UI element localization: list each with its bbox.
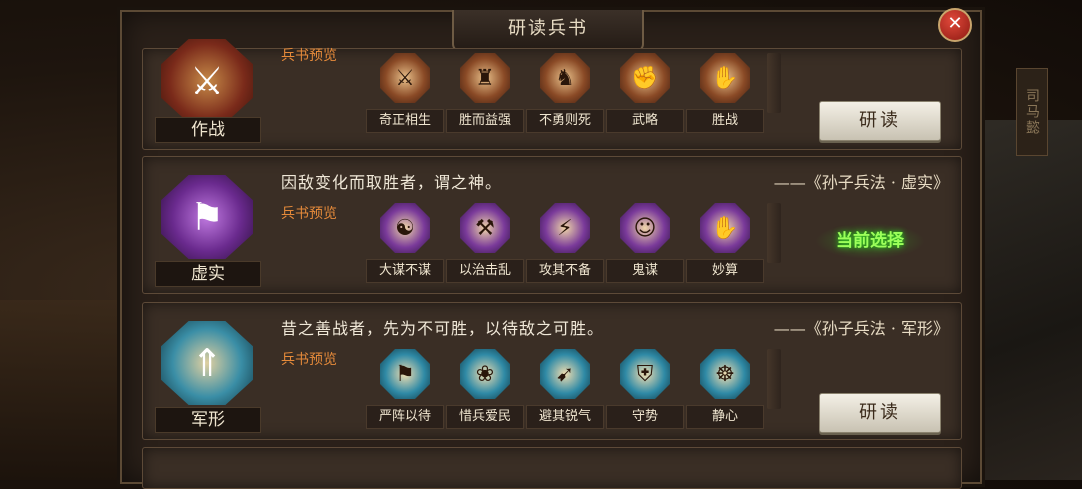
book-preview-label: 兵书预览 xyxy=(281,206,337,222)
skill-item[interactable]: ✊ 武略 xyxy=(605,53,685,133)
close-button[interactable]: ✕ xyxy=(938,8,972,42)
skill-icon: ⚑ xyxy=(380,349,430,399)
skill-item[interactable]: ⚡ 攻其不备 xyxy=(525,203,605,283)
book-row-junxing: ⇑ 军形 昔之善战者，先为不可胜，以待敌之可胜。 ——《孙子兵法 · 军形》 兵… xyxy=(142,302,962,440)
skill-label: 武略 xyxy=(606,109,684,133)
book-name: 虚实 xyxy=(155,261,261,287)
skill-item[interactable]: ➹ 避其锐气 xyxy=(525,349,605,429)
book-name: 作战 xyxy=(155,117,261,143)
skill-item[interactable]: ⚒ 以治击乱 xyxy=(445,203,525,283)
skill-item[interactable]: ♜ 胜而益强 xyxy=(445,53,525,133)
skill-icon: ✋ xyxy=(700,53,750,103)
skill-label: 妙算 xyxy=(686,259,764,283)
book-row-xushi: ⚑ 虚实 因敌变化而取胜者，谓之神。 ——《孙子兵法 · 虚实》 兵书预览 ☯ … xyxy=(142,156,962,294)
skill-icon: ⚡ xyxy=(540,203,590,253)
skill-item[interactable]: ♞ 不勇则死 xyxy=(525,53,605,133)
study-button[interactable]: 研读 xyxy=(819,393,941,433)
skill-item[interactable]: ⛨ 守势 xyxy=(605,349,685,429)
skill-icon: ☺ xyxy=(620,203,670,253)
skill-label: 严阵以待 xyxy=(366,405,444,429)
skill-icon: ☯ xyxy=(380,203,430,253)
skill-icon: ✊ xyxy=(620,53,670,103)
book-row-partial xyxy=(142,447,962,489)
skill-label: 攻其不备 xyxy=(526,259,604,283)
skill-icon: ☸ xyxy=(700,349,750,399)
book-preview-label: 兵书预览 xyxy=(281,352,337,368)
study-button[interactable]: 研读 xyxy=(819,101,941,141)
background-character xyxy=(970,120,1082,480)
skill-icon: ♜ xyxy=(460,53,510,103)
dialog-title: 研读兵书 xyxy=(452,10,644,52)
junxing-emblem-icon[interactable]: ⇑ xyxy=(161,321,253,405)
skill-item[interactable]: ☸ 静心 xyxy=(685,349,765,429)
zuozhan-emblem-icon[interactable]: ⚔ xyxy=(161,39,253,123)
skill-label: 奇正相生 xyxy=(366,109,444,133)
skill-label: 守势 xyxy=(606,405,684,429)
background-shelf xyxy=(0,300,120,480)
skill-item[interactable]: ⚔ 奇正相生 xyxy=(365,53,445,133)
skill-icon: ♞ xyxy=(540,53,590,103)
skill-icon: ⚔ xyxy=(380,53,430,103)
skill-item[interactable]: ✋ 妙算 xyxy=(685,203,765,283)
book-name: 军形 xyxy=(155,407,261,433)
book-quote: 昔之善战者，先为不可胜，以待敌之可胜。 xyxy=(281,319,605,338)
skill-label: 胜而益强 xyxy=(446,109,524,133)
skill-icon: ❀ xyxy=(460,349,510,399)
skill-label: 鬼谋 xyxy=(606,259,684,283)
skill-overflow-edge xyxy=(767,53,781,113)
xushi-emblem-icon[interactable]: ⚑ xyxy=(161,175,253,259)
skill-icon: ➹ xyxy=(540,349,590,399)
skill-label: 不勇则死 xyxy=(526,109,604,133)
book-preview-label: 兵书预览 xyxy=(281,48,337,64)
skill-label: 避其锐气 xyxy=(526,405,604,429)
skill-overflow-edge xyxy=(767,203,781,263)
skill-label: 静心 xyxy=(686,405,764,429)
book-quote: 因敌变化而取胜者，谓之神。 xyxy=(281,173,503,192)
book-row-zuozhan: ⚔ 作战 兵书预览 ⚔ 奇正相生 ♜ 胜而益强 ♞ 不勇则死 ✊ 武略 ✋ 胜战… xyxy=(142,39,962,150)
skill-icon: ✋ xyxy=(700,203,750,253)
book-source: ——《孙子兵法 · 军形》 xyxy=(773,319,949,338)
skill-item[interactable]: ❀ 惜兵爱民 xyxy=(445,349,525,429)
current-selection-badge: 当前选择 xyxy=(815,223,925,259)
skill-label: 胜战 xyxy=(686,109,764,133)
skill-list: ⚑ 严阵以待 ❀ 惜兵爱民 ➹ 避其锐气 ⛨ 守势 ☸ 静心 xyxy=(365,349,781,429)
skill-list: ☯ 大谋不谋 ⚒ 以治击乱 ⚡ 攻其不备 ☺ 鬼谋 ✋ 妙算 xyxy=(365,203,781,283)
skill-icon: ⚒ xyxy=(460,203,510,253)
skill-icon: ⛨ xyxy=(620,349,670,399)
skill-label: 大谋不谋 xyxy=(366,259,444,283)
skill-label: 惜兵爱民 xyxy=(446,405,524,429)
skill-item[interactable]: ☯ 大谋不谋 xyxy=(365,203,445,283)
book-source: ——《孙子兵法 · 虚实》 xyxy=(773,173,949,192)
background-name-banner: 司马懿 xyxy=(1016,68,1048,156)
skill-item[interactable]: ✋ 胜战 xyxy=(685,53,765,133)
skill-label: 以治击乱 xyxy=(446,259,524,283)
skill-overflow-edge xyxy=(767,349,781,409)
skill-list: ⚔ 奇正相生 ♜ 胜而益强 ♞ 不勇则死 ✊ 武略 ✋ 胜战 xyxy=(365,53,781,133)
skill-item[interactable]: ☺ 鬼谋 xyxy=(605,203,685,283)
skill-item[interactable]: ⚑ 严阵以待 xyxy=(365,349,445,429)
